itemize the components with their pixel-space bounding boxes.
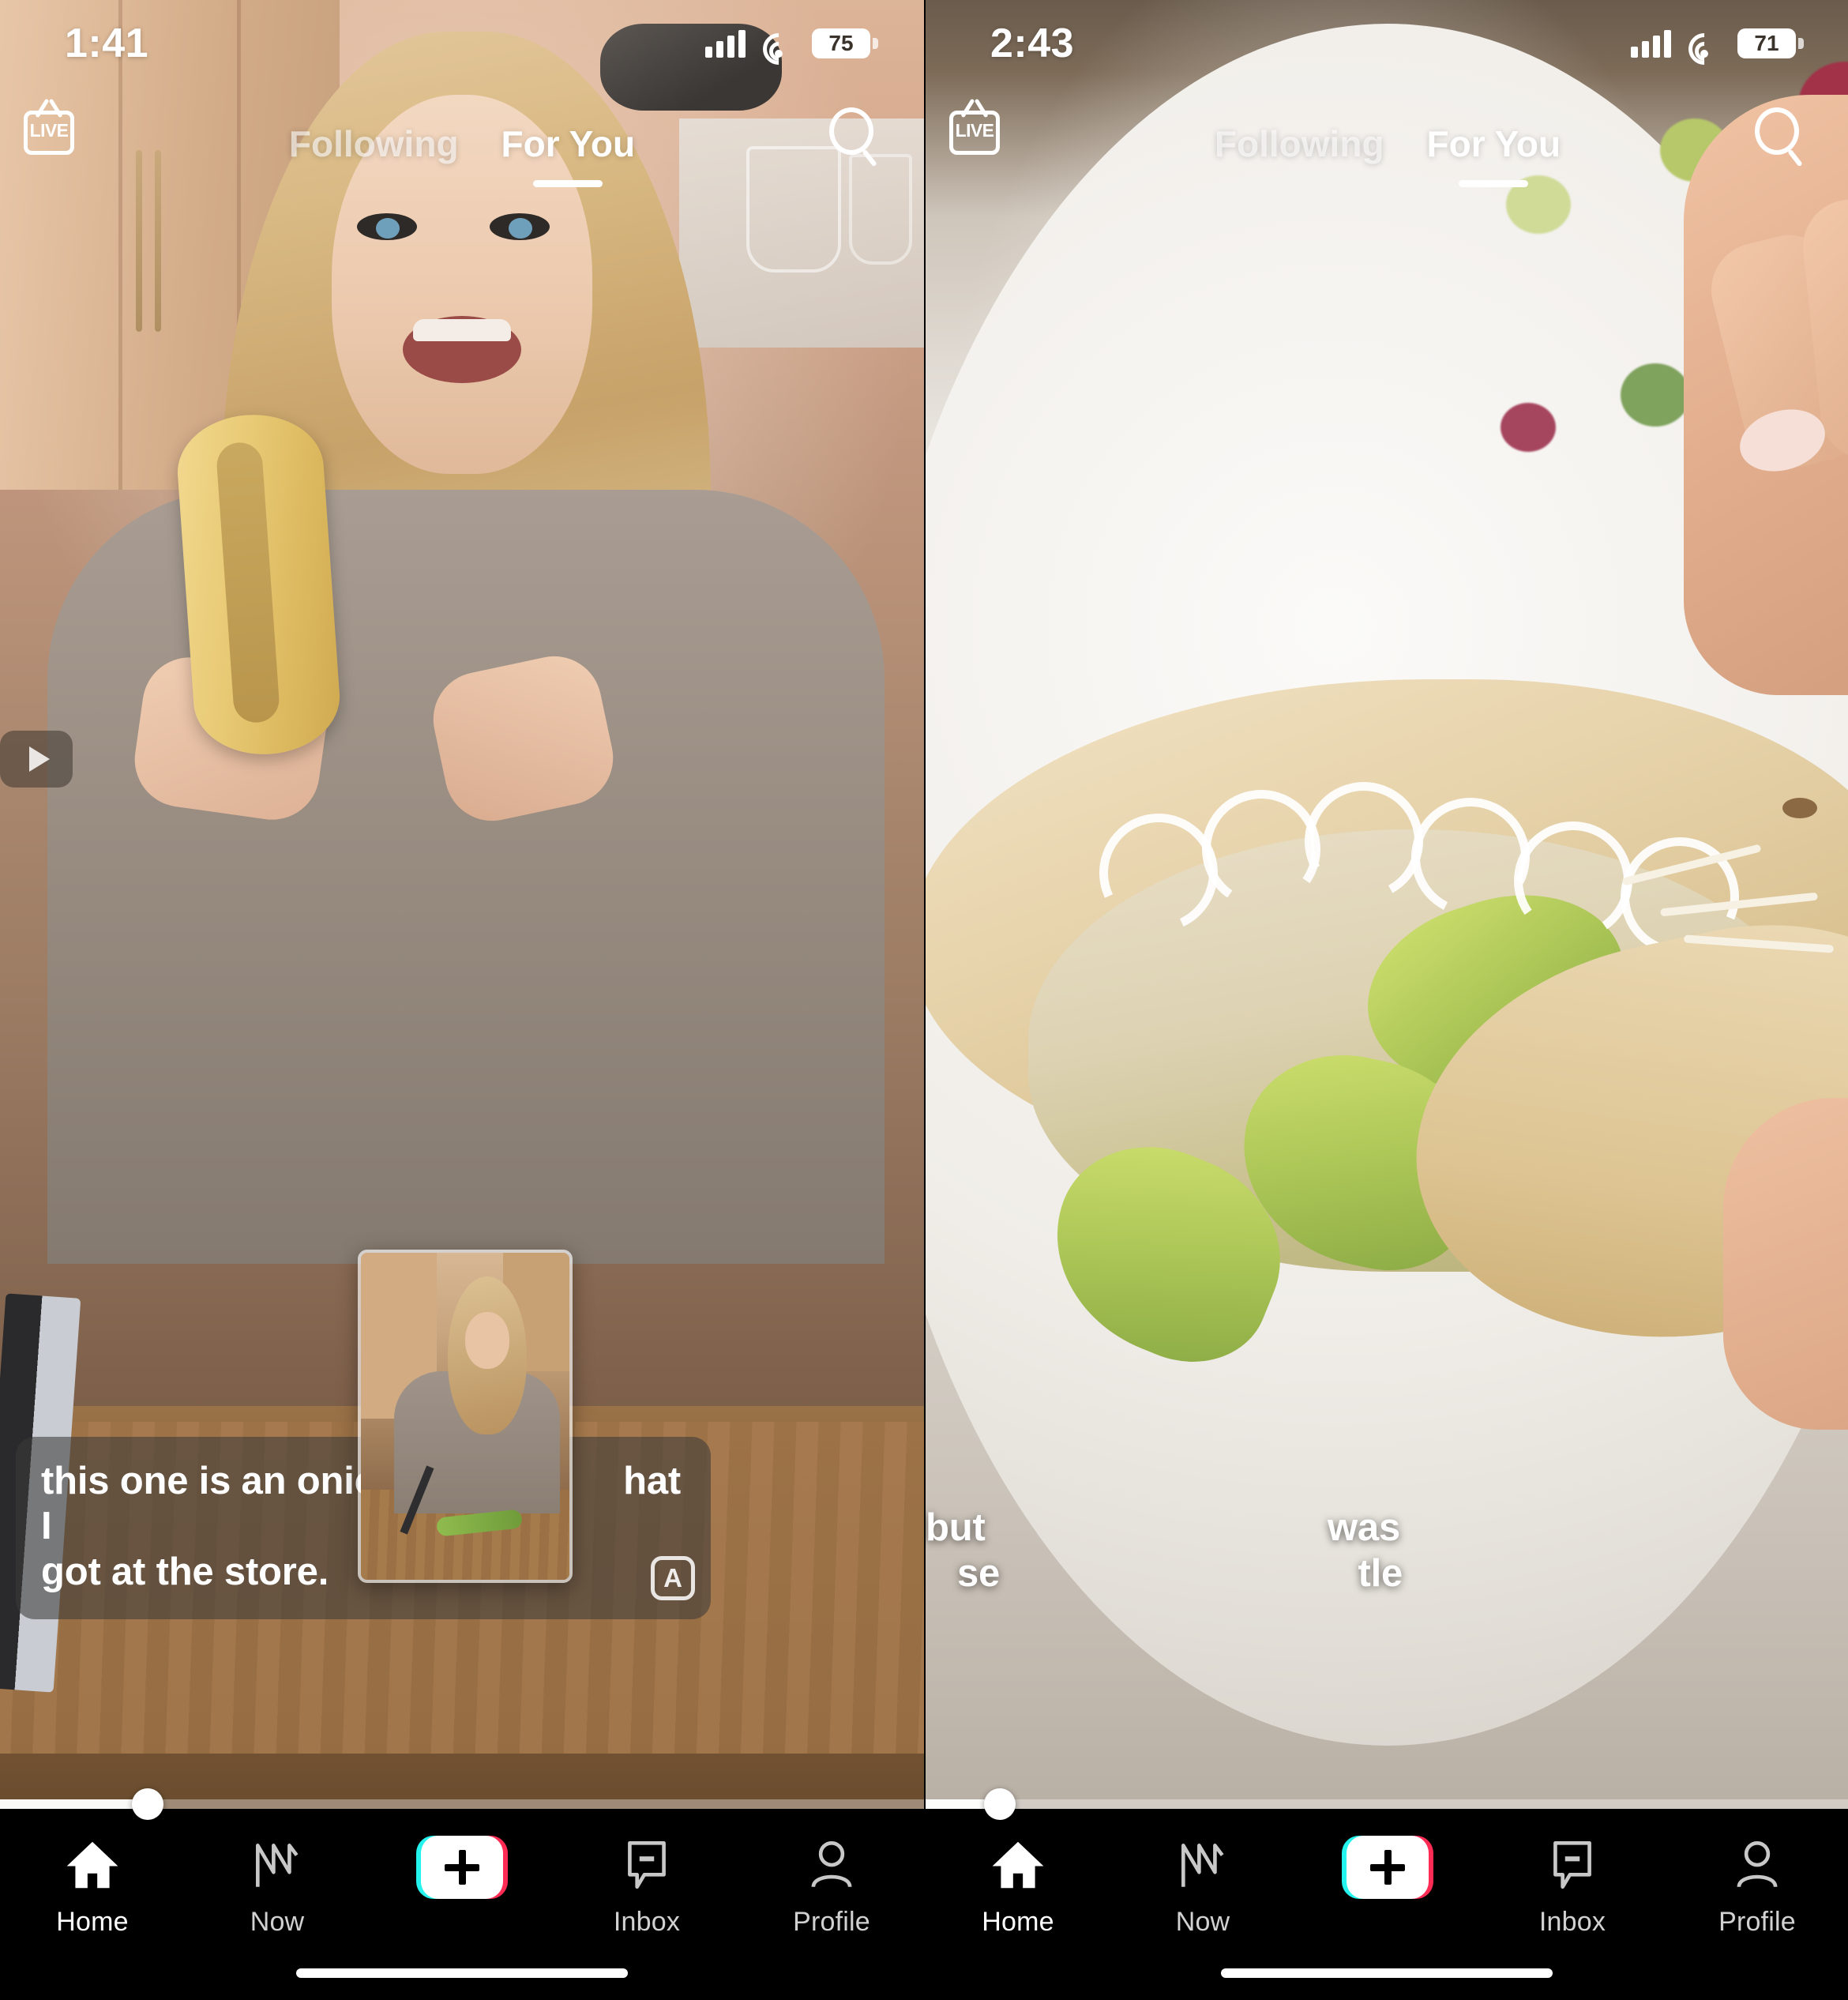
subject-detail (413, 319, 511, 341)
battery-icon: 71 (1737, 28, 1804, 58)
status-bar: 2:43 71 (926, 0, 1848, 87)
video-play-badge-icon (0, 731, 73, 788)
profile-icon (1728, 1836, 1786, 1894)
status-indicators: 71 (1631, 26, 1804, 72)
battery-level: 75 (828, 31, 854, 55)
video-caption-right: but was se tle (926, 1506, 1834, 1597)
split-screen-comparison: 1:41 75 LIVE Following For You this one … (0, 0, 1848, 2000)
status-bar: 1:41 75 (0, 0, 924, 87)
inbox-icon (618, 1836, 676, 1894)
video-progress-bar[interactable] (0, 1788, 924, 1820)
status-clock: 2:43 (990, 21, 1075, 66)
nav-item-now[interactable]: Now (185, 1836, 370, 1938)
create-plus-icon (1342, 1836, 1433, 1899)
cellular-signal-icon (1631, 29, 1671, 58)
phone-screen-right: 2:43 71 LIVE Following For You but was s… (924, 0, 1848, 2000)
subject-hand (1723, 1098, 1848, 1430)
caption-line-1: but was (926, 1506, 1401, 1550)
tab-for-you[interactable]: For You (501, 122, 636, 170)
status-clock: 1:41 (65, 21, 149, 66)
nav-item-profile[interactable]: Profile (739, 1836, 924, 1938)
inbox-icon (1543, 1836, 1602, 1894)
top-navigation-left: LIVE Following For You (0, 98, 924, 190)
subject-detail (376, 218, 400, 239)
video-progress-bar[interactable] (926, 1788, 1848, 1820)
nav-item-inbox[interactable]: Inbox (554, 1836, 739, 1938)
battery-level: 71 (1754, 31, 1779, 55)
home-indicator (1221, 1968, 1553, 1978)
subject-body (47, 490, 885, 1264)
picture-in-picture-thumbnail[interactable] (358, 1250, 573, 1583)
feed-tabs: Following For You (926, 103, 1848, 190)
cellular-signal-icon (705, 29, 746, 58)
create-plus-icon (416, 1836, 508, 1899)
tab-for-you[interactable]: For You (1427, 122, 1561, 170)
nav-label-now: Now (250, 1907, 305, 1937)
wifi-icon (1681, 26, 1727, 72)
search-icon[interactable] (826, 106, 886, 167)
nav-item-home[interactable]: Home (926, 1836, 1110, 1938)
now-icon (248, 1836, 306, 1894)
nav-item-create[interactable] (1295, 1836, 1480, 1899)
profile-icon (802, 1836, 861, 1894)
nav-label-home: Home (982, 1907, 1054, 1937)
feed-tabs: Following For You (0, 103, 924, 190)
nav-label-inbox: Inbox (1538, 1907, 1606, 1937)
top-navigation-right: LIVE Following For You (926, 98, 1848, 190)
auto-captions-icon[interactable]: A (651, 1556, 695, 1600)
home-icon (989, 1836, 1047, 1894)
battery-icon: 75 (812, 28, 878, 58)
nav-label-inbox: Inbox (613, 1907, 681, 1937)
home-indicator (296, 1968, 628, 1978)
nav-item-now[interactable]: Now (1110, 1836, 1295, 1938)
nav-label-now: Now (1175, 1907, 1230, 1937)
nav-label-home: Home (56, 1907, 129, 1937)
nav-item-create[interactable] (370, 1836, 554, 1899)
status-indicators: 75 (705, 26, 878, 72)
now-icon (1174, 1836, 1232, 1894)
home-icon (63, 1836, 122, 1894)
wifi-icon (756, 26, 802, 72)
nav-label-profile: Profile (1718, 1907, 1796, 1937)
nav-label-profile: Profile (793, 1907, 870, 1937)
nav-item-inbox[interactable]: Inbox (1480, 1836, 1665, 1938)
caption-line-2: se tle (957, 1552, 1403, 1596)
tab-following[interactable]: Following (289, 122, 459, 170)
nav-item-home[interactable]: Home (0, 1836, 185, 1938)
subject-detail (509, 218, 532, 239)
phone-screen-left: 1:41 75 LIVE Following For You this one … (0, 0, 924, 2000)
tab-following[interactable]: Following (1215, 122, 1384, 170)
search-icon[interactable] (1752, 106, 1812, 167)
nav-item-profile[interactable]: Profile (1665, 1836, 1848, 1938)
